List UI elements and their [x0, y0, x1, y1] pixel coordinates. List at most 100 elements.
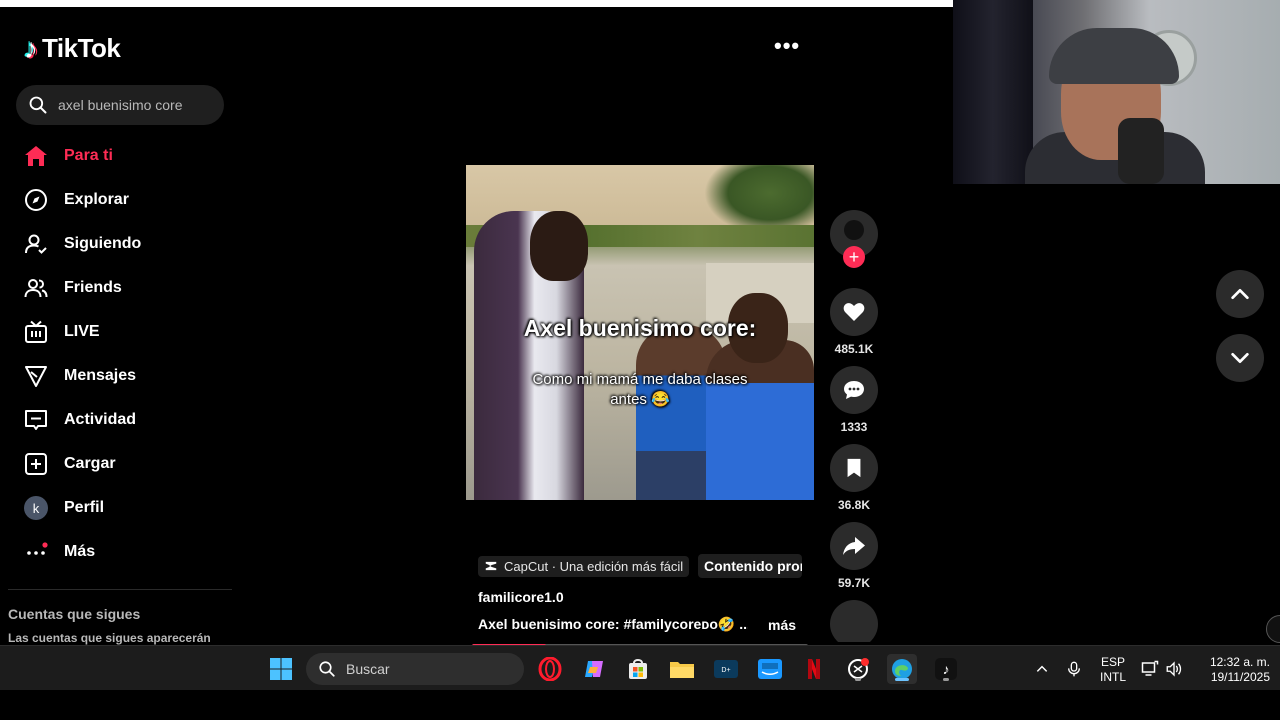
capcut-pill: CapCut · Una edición más fácil	[478, 555, 690, 577]
sidebar-item-cargar[interactable]: Cargar	[0, 442, 240, 486]
comment-button[interactable]	[830, 366, 878, 414]
netflix-icon[interactable]	[799, 654, 829, 684]
video-overlay-title: Axel buenisimo core:	[523, 315, 757, 341]
sidebar-item-label: Friends	[64, 279, 122, 296]
running-indicator	[855, 678, 861, 681]
logo-text: TikTok	[42, 33, 121, 63]
input-language[interactable]: ESP INTL	[1096, 655, 1130, 685]
svg-text:D+: D+	[721, 667, 730, 674]
following-subtitle: Las cuentas que sigues aparecerán	[8, 631, 211, 645]
sidebar-item-friends[interactable]: Friends	[0, 266, 240, 310]
disney-plus-icon[interactable]: D+	[711, 654, 741, 684]
share-icon	[843, 537, 865, 555]
friends-icon	[24, 276, 48, 300]
clock-date: 19/11/2025	[1210, 670, 1270, 684]
send-icon	[24, 364, 48, 388]
heart-icon	[843, 303, 865, 321]
capcut-label: CapCut · Una edición más fácil	[504, 558, 684, 574]
webcam-scene	[1049, 28, 1179, 84]
edge-icon[interactable]	[887, 654, 917, 684]
webcam-scene	[953, 0, 1033, 184]
chatgpt-icon[interactable]	[843, 654, 873, 684]
video-scene	[530, 211, 588, 281]
user-follow-icon	[24, 232, 48, 256]
like-button[interactable]	[830, 288, 878, 336]
avatar-circle	[830, 600, 878, 642]
author-name[interactable]: familicore1.0	[478, 589, 564, 605]
sidebar-item-label: Para ti	[64, 147, 113, 164]
webcam-overlay	[953, 0, 1280, 184]
more-options-icon[interactable]: •••	[774, 33, 800, 59]
sidebar-item-para-ti[interactable]: Para ti	[0, 134, 240, 178]
activity-icon	[24, 408, 48, 432]
comment-count: 1333	[840, 420, 868, 434]
save-action: 36.8K	[830, 444, 878, 512]
tiktok-taskbar-icon[interactable]: ♪	[931, 654, 961, 684]
more-icon	[24, 540, 48, 564]
sidebar-item-mas[interactable]: Más	[0, 530, 240, 574]
taskbar-search-placeholder: Buscar	[346, 661, 390, 677]
save-count: 36.8K	[837, 498, 871, 512]
opera-icon[interactable]	[535, 654, 565, 684]
sidebar-item-label: Mensajes	[64, 367, 137, 384]
windows-start-icon[interactable]	[266, 654, 296, 684]
windows-taskbar: Buscar D+ ♪ ESP INTL 12:32 a. m. 19/11/2…	[0, 645, 1280, 690]
more-description-link[interactable]: más	[768, 617, 796, 633]
lang-top: ESP	[1100, 655, 1125, 669]
sidebar-item-label: Perfil	[64, 499, 105, 516]
system-clock[interactable]: 12:32 a. m. 19/11/2025	[1190, 655, 1270, 685]
microsoft-store-icon[interactable]	[623, 654, 653, 684]
video-player[interactable]: Axel buenisimo core: Como mi mamá me dab…	[466, 165, 814, 500]
chevron-down-icon	[1231, 352, 1249, 364]
volume-icon[interactable]	[1162, 646, 1186, 691]
promo-content-tag[interactable]: Contenido promocional	[698, 554, 802, 578]
sidebar-item-perfil[interactable]: k Perfil	[0, 486, 240, 530]
sidebar-item-explorar[interactable]: Explorar	[0, 178, 240, 222]
file-explorer-icon[interactable]	[667, 654, 697, 684]
comment-action: 1333	[830, 366, 878, 434]
home-icon	[24, 144, 48, 168]
search-bar[interactable]	[16, 85, 224, 125]
sidebar-item-actividad[interactable]: Actividad	[0, 398, 240, 442]
save-button[interactable]	[830, 444, 878, 492]
share-count: 59.7K	[837, 576, 871, 590]
like-count: 485.1K	[834, 342, 874, 356]
video-description: Axel buenisimo core: #familycoreᴅᴏ🤣 ...	[478, 616, 748, 632]
copilot-icon[interactable]	[579, 654, 609, 684]
following-title: Cuentas que sigues	[8, 606, 141, 622]
microphone-icon[interactable]	[1062, 646, 1086, 691]
upload-plus-icon	[24, 452, 48, 476]
sidebar-nav: Para ti Explorar Siguiendo Friends LIVE	[0, 134, 240, 574]
sidebar-item-label: Cargar	[64, 455, 116, 472]
running-indicator	[943, 678, 949, 681]
side-panel-toggle[interactable]	[1266, 615, 1280, 643]
like-action: 485.1K	[830, 288, 878, 356]
svg-text:♪: ♪	[943, 661, 950, 677]
sidebar-item-mensajes[interactable]: Mensajes	[0, 354, 240, 398]
search-icon	[29, 96, 47, 114]
tray-overflow-chevron-icon[interactable]	[1030, 646, 1054, 691]
previous-video-button[interactable]	[1216, 270, 1264, 318]
capcut-banner[interactable]: CapCut · Una edición más fácil	[478, 554, 690, 578]
search-icon	[319, 661, 335, 677]
avatar: k	[24, 496, 48, 520]
sidebar-item-label: Actividad	[64, 411, 137, 428]
compass-icon	[24, 188, 48, 212]
video-scene	[706, 340, 814, 500]
follow-plus-icon[interactable]: +	[843, 246, 865, 268]
bookmark-icon	[847, 458, 861, 478]
live-tv-icon	[24, 320, 48, 344]
taskbar-search[interactable]: Buscar	[306, 653, 524, 685]
sidebar-item-siguiendo[interactable]: Siguiendo	[0, 222, 240, 266]
next-creator-avatar[interactable]	[830, 600, 878, 642]
search-input[interactable]	[58, 97, 208, 113]
network-icon[interactable]	[1138, 646, 1162, 691]
tiktok-logo[interactable]: ♪ TikTok	[24, 33, 121, 64]
webcam-scene	[1118, 118, 1164, 184]
video-overlay-subtitle: Como mi mamá me daba clases antes 😂	[532, 371, 748, 408]
next-video-button[interactable]	[1216, 334, 1264, 382]
avatar-silhouette	[844, 220, 864, 240]
sidebar-item-live[interactable]: LIVE	[0, 310, 240, 354]
prime-video-icon[interactable]	[755, 654, 785, 684]
share-button[interactable]	[830, 522, 878, 570]
